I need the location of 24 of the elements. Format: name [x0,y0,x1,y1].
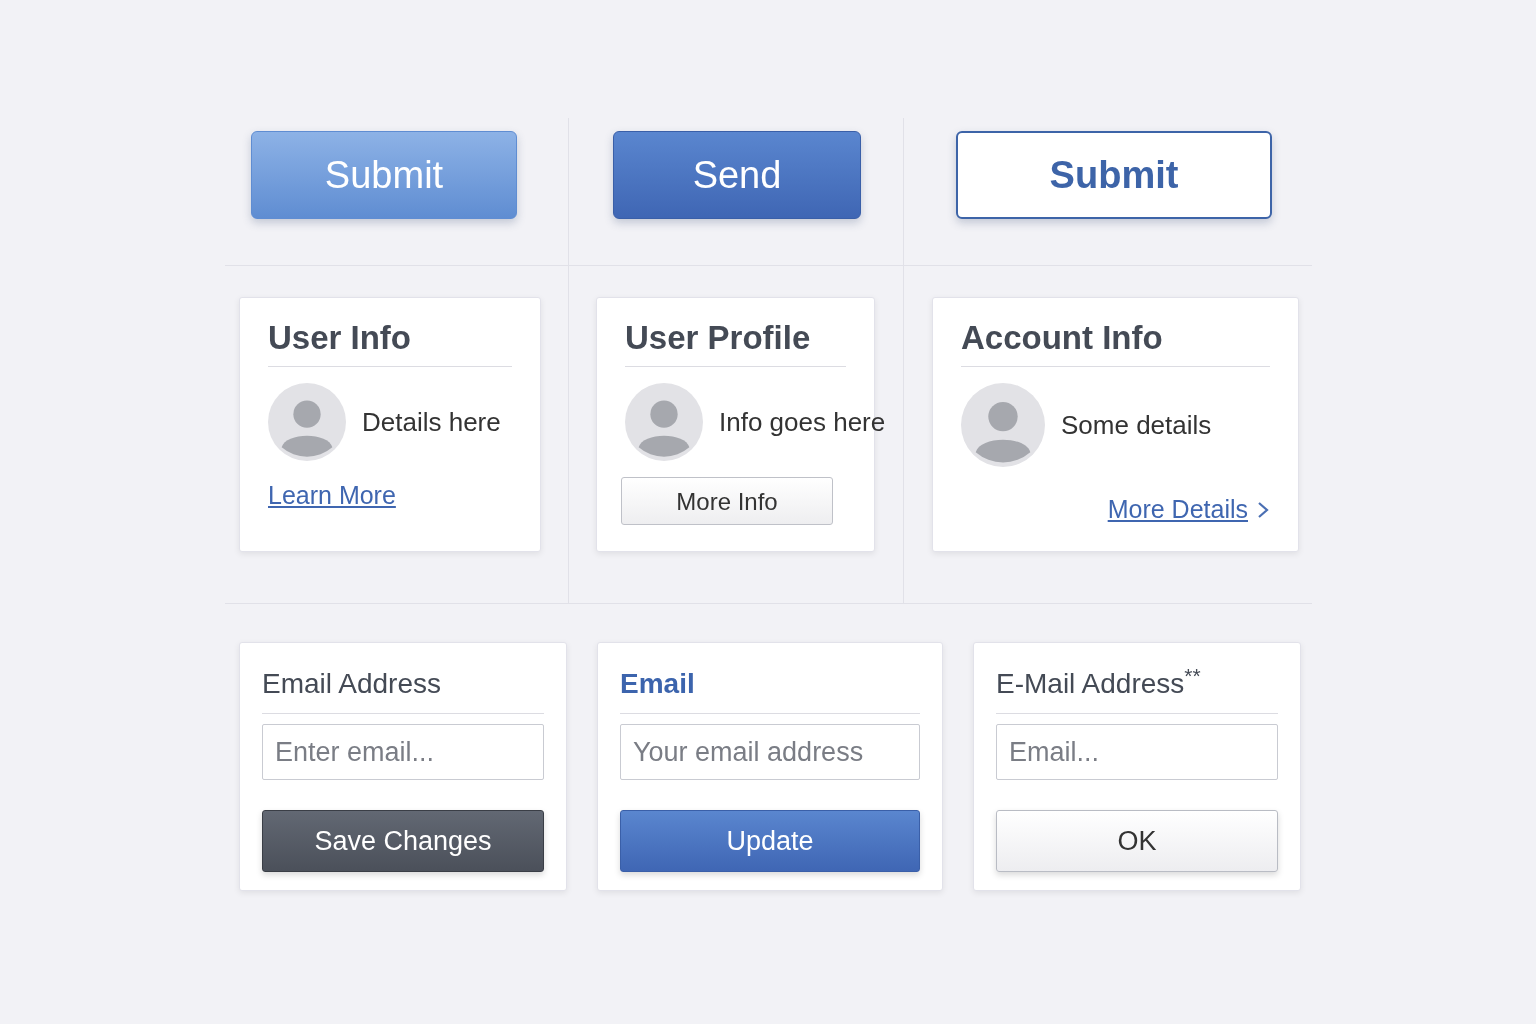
avatar-icon [961,383,1045,468]
field-label: E-Mail Address$^{**}$ [996,663,1278,714]
chevron-right-icon [1256,500,1270,521]
ok-button[interactable]: OK [996,810,1278,872]
more-details-link[interactable]: More Details [1107,491,1248,529]
avatar-icon [268,383,346,462]
email-field[interactable]: Enter email... [262,724,544,780]
email-field[interactable]: Email... [996,724,1278,780]
field-label: Email Address [262,663,544,714]
field-label: Email [620,663,920,714]
avatar-icon [625,383,703,462]
card-title: User Info [268,320,512,368]
card-text: Some details [1061,408,1212,442]
card-title: User Profile [625,320,846,368]
card-title: Account Info [961,320,1270,368]
card-text: Details here [362,405,501,439]
save-button[interactable]: Save Changes [262,810,544,872]
learn-more-link[interactable]: Learn More [268,481,396,510]
update-button[interactable]: Update [620,810,920,872]
send-button[interactable]: Send [613,131,861,219]
submit-button[interactable]: Submit [956,131,1272,219]
more-info-button[interactable]: More Info [621,477,833,526]
card-text: Info goes here [719,405,886,439]
email-field[interactable]: Your email address [620,724,920,780]
